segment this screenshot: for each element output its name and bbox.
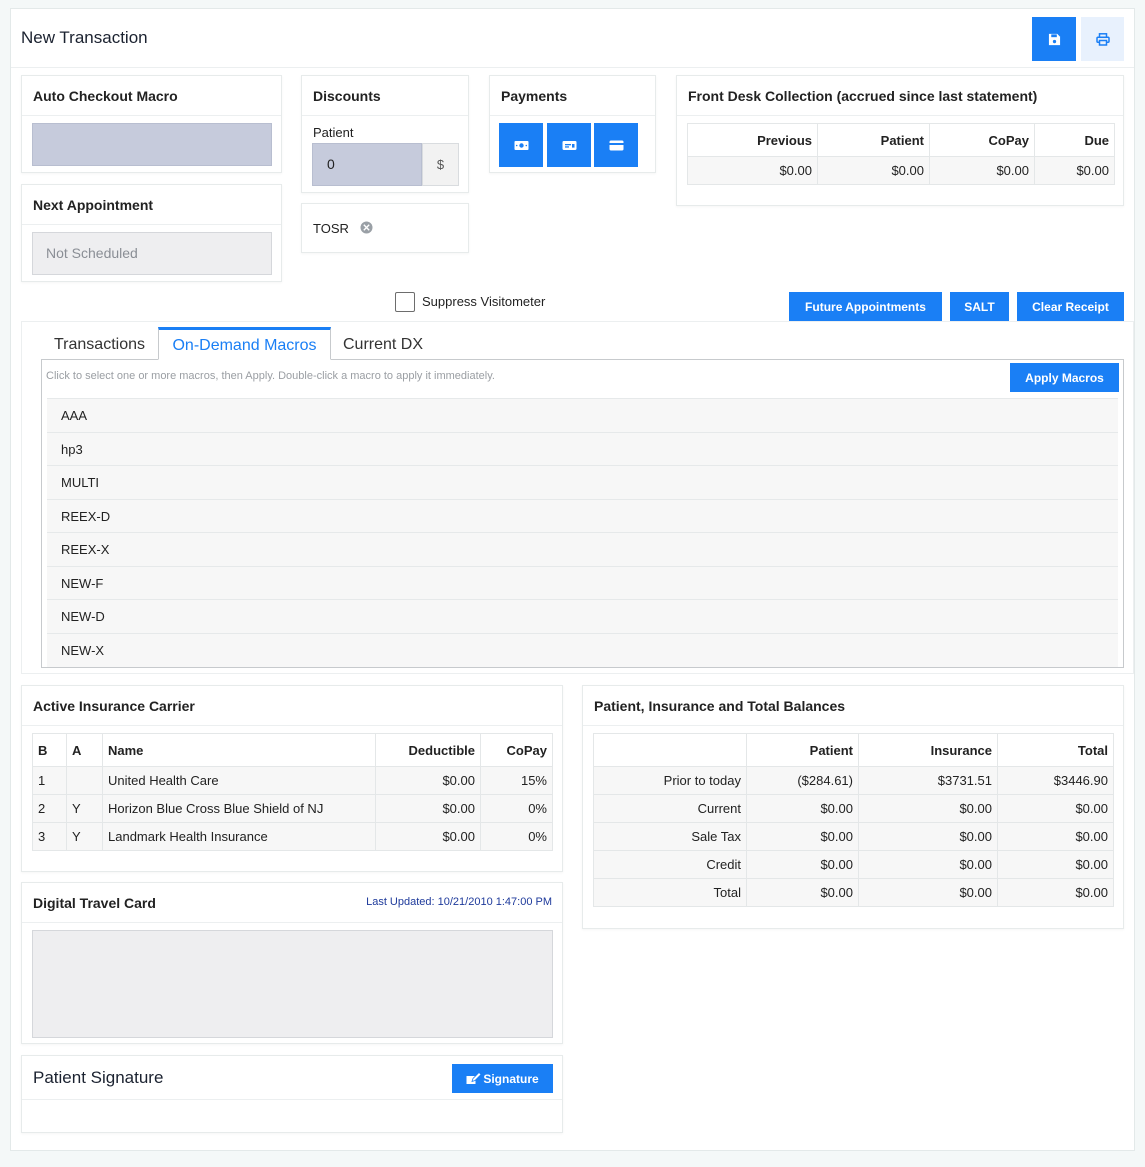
table-row: Prior to today ($284.61) $3731.51 $3446.90 (593, 766, 1114, 795)
currency-addon: $ (422, 143, 459, 186)
signature-button-label: Signature (483, 1071, 539, 1086)
payments-title: Payments (490, 76, 655, 116)
table-row: Sale Tax $0.00 $0.00 $0.00 (593, 822, 1114, 851)
next-appointment-card: Next Appointment Not Scheduled (21, 184, 282, 282)
insurance-header-a: A (66, 733, 103, 767)
table-row: Total $0.00 $0.00 $0.00 (593, 878, 1114, 907)
check-payment-button[interactable] (547, 123, 591, 167)
travel-card: Digital Travel Card Last Updated: 10/21/… (21, 882, 563, 1044)
tab-transactions[interactable]: Transactions (41, 330, 158, 359)
discount-patient-input[interactable]: 0 (312, 143, 422, 186)
balances-header-patient: Patient (746, 733, 859, 767)
future-appointments-button[interactable]: Future Appointments (789, 292, 942, 321)
tosr-label: TOSR (313, 221, 349, 236)
front-desk-title: Front Desk Collection (accrued since las… (677, 76, 1123, 116)
macro-item[interactable]: NEW-F (47, 566, 1118, 600)
signature-card: Patient Signature Signature (21, 1055, 563, 1133)
balances-card: Patient, Insurance and Total Balances Pa… (582, 685, 1124, 929)
page-title: New Transaction (21, 28, 148, 47)
macro-item[interactable]: NEW-D (47, 600, 1118, 634)
macro-item[interactable]: REEX-D (47, 499, 1118, 533)
macro-item[interactable]: hp3 (47, 432, 1118, 466)
front-desk-patient: $0.00 (817, 156, 930, 185)
signature-button[interactable]: Signature (452, 1064, 553, 1093)
tab-on-demand-macros[interactable]: On-Demand Macros (158, 327, 331, 360)
insurance-table: B A Name Deductible CoPay 1 United Healt… (32, 733, 553, 851)
insurance-header-name: Name (102, 733, 376, 767)
macro-item[interactable]: AAA (47, 399, 1118, 433)
table-row[interactable]: 2 Y Horizon Blue Cross Blue Shield of NJ… (32, 794, 553, 823)
payments-card: Payments (489, 75, 656, 173)
next-appointment-title: Next Appointment (22, 185, 281, 225)
suppress-visitometer-checkbox[interactable] (395, 292, 415, 312)
macro-list: AAA hp3 MULTI REEX-D REEX-X NEW-F NEW-D … (47, 398, 1118, 667)
discounts-card: Discounts Patient 0 $ (301, 75, 469, 193)
front-desk-header-previous: Previous (687, 123, 818, 157)
credit-card-icon (609, 140, 623, 150)
insurance-header-b: B (32, 733, 67, 767)
table-row: Credit $0.00 $0.00 $0.00 (593, 850, 1114, 879)
insurance-header-copay: CoPay (480, 733, 553, 767)
front-desk-header-copay: CoPay (929, 123, 1035, 157)
travel-card-area (32, 930, 553, 1038)
tab-current-dx[interactable]: Current DX (331, 330, 435, 359)
signature-pen-icon (466, 1072, 482, 1084)
macro-item[interactable]: REEX-X (47, 533, 1118, 567)
balances-header-total: Total (997, 733, 1114, 767)
macros-hint: Click to select one or more macros, then… (46, 370, 495, 382)
discount-patient-label: Patient (313, 125, 354, 140)
clear-receipt-button[interactable]: Clear Receipt (1017, 292, 1124, 321)
front-desk-card: Front Desk Collection (accrued since las… (676, 75, 1124, 206)
front-desk-due: $0.00 (1034, 156, 1115, 185)
print-button[interactable] (1081, 17, 1124, 61)
floppy-disk-icon (1048, 33, 1060, 45)
macro-item[interactable]: NEW-X (47, 633, 1118, 667)
front-desk-header-due: Due (1034, 123, 1115, 157)
macros-pane: Click to select one or more macros, then… (41, 359, 1124, 668)
front-desk-copay: $0.00 (929, 156, 1035, 185)
tosr-card: TOSR (301, 203, 469, 253)
cash-payment-button[interactable] (499, 123, 543, 167)
tosr-toggle-icon[interactable] (360, 221, 373, 234)
insurance-card: Active Insurance Carrier B A Name Deduct… (21, 685, 563, 872)
table-row[interactable]: 1 United Health Care $0.00 15% (32, 766, 553, 795)
insurance-title: Active Insurance Carrier (22, 686, 562, 726)
header-divider (11, 67, 1134, 68)
cash-icon (514, 140, 528, 150)
next-appointment-field: Not Scheduled (32, 232, 272, 275)
balances-header-insurance: Insurance (858, 733, 998, 767)
macro-item[interactable]: MULTI (47, 466, 1118, 500)
balances-title: Patient, Insurance and Total Balances (583, 686, 1123, 726)
travel-card-updated: Last Updated: 10/21/2010 1:47:00 PM (366, 896, 552, 908)
check-card-icon (562, 140, 576, 150)
save-button[interactable] (1032, 17, 1076, 61)
auto-checkout-select[interactable] (32, 123, 272, 166)
balances-table: Patient Insurance Total Prior to today ($… (593, 733, 1114, 907)
front-desk-previous: $0.00 (687, 156, 818, 185)
credit-card-payment-button[interactable] (594, 123, 638, 167)
printer-icon (1095, 32, 1110, 46)
apply-macros-button[interactable]: Apply Macros (1010, 363, 1119, 392)
table-row[interactable]: 3 Y Landmark Health Insurance $0.00 0% (32, 822, 553, 851)
insurance-header-deductible: Deductible (375, 733, 481, 767)
auto-checkout-card: Auto Checkout Macro (21, 75, 282, 173)
discounts-title: Discounts (302, 76, 468, 116)
auto-checkout-title: Auto Checkout Macro (22, 76, 281, 116)
front-desk-table: Previous Patient CoPay Due $0.00 $0.00 $… (687, 123, 1115, 185)
salt-button[interactable]: SALT (950, 292, 1009, 321)
table-row: Current $0.00 $0.00 $0.00 (593, 794, 1114, 823)
front-desk-header-patient: Patient (817, 123, 930, 157)
suppress-visitometer-label: Suppress Visitometer (422, 294, 546, 309)
